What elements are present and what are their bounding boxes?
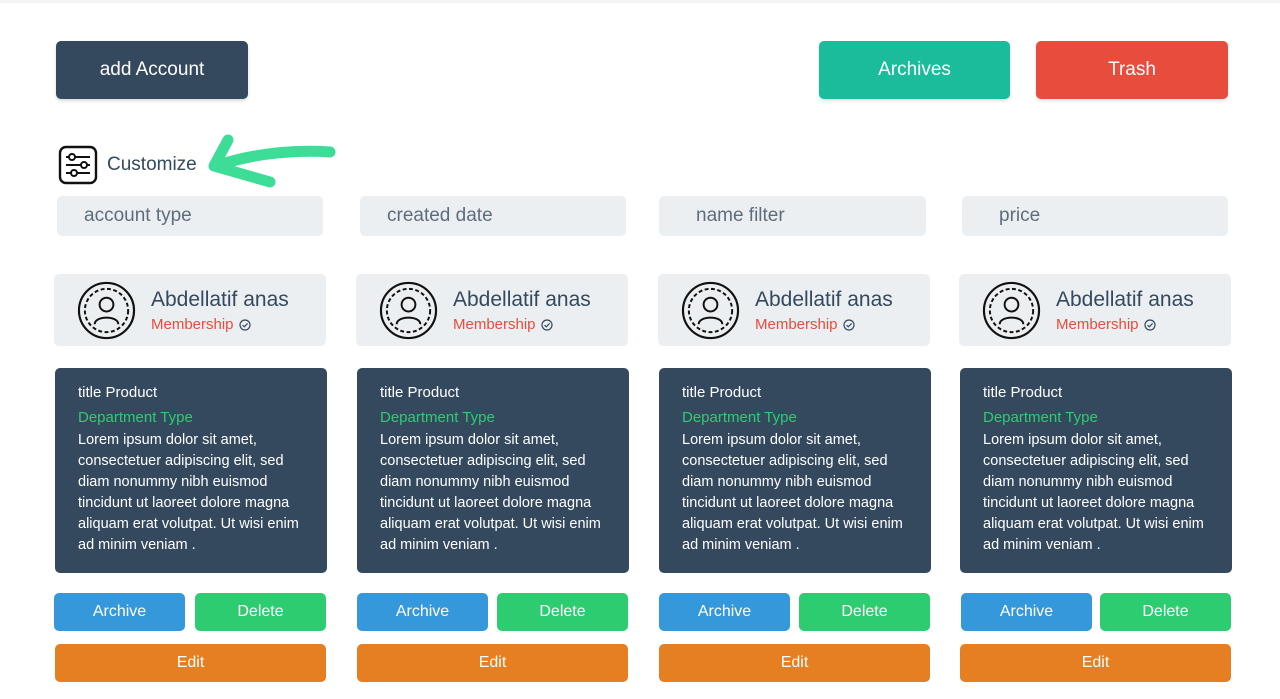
filter-price[interactable]: price [962,196,1228,236]
customize-toggle[interactable]: Customize [58,145,197,185]
department-type: Department Type [682,409,797,426]
top-divider [0,0,1280,3]
filter-label: price [999,205,1041,226]
user-avatar-icon [379,281,438,340]
check-circle-icon [842,318,855,331]
user-avatar-icon [982,281,1041,340]
product-title: title Product [983,384,1063,401]
archive-button[interactable]: Archive [659,593,790,631]
product-description: Lorem ipsum dolor sit amet, consectetuer… [983,432,1204,553]
filter-label: name filter [696,205,785,226]
membership-status: Membership [151,316,251,333]
product-description: Lorem ipsum dolor sit amet, consectetuer… [78,432,299,553]
annotation-arrow-icon [208,134,336,188]
check-circle-icon [238,318,251,331]
filter-label: account type [84,205,192,226]
archives-button[interactable]: Archives [819,41,1010,99]
product-title: title Product [78,384,158,401]
delete-button[interactable]: Delete [195,593,326,631]
filter-label: created date [387,205,493,226]
trash-button[interactable]: Trash [1036,41,1228,99]
edit-button[interactable]: Edit [960,644,1231,682]
delete-button[interactable]: Delete [799,593,930,631]
membership-label: Membership [755,316,838,333]
profile-header: Abdellatif anas Membership [356,274,628,346]
filter-name[interactable]: name filter [659,196,926,236]
check-circle-icon [540,318,553,331]
profile-header: Abdellatif anas Membership [658,274,930,346]
product-card: title Product Department Type Lorem ipsu… [357,368,629,573]
product-card: title Product Department Type Lorem ipsu… [960,368,1232,573]
account-name: Abdellatif anas [453,288,591,311]
account-name: Abdellatif anas [755,288,893,311]
profile-header: Abdellatif anas Membership [54,274,326,346]
archive-button[interactable]: Archive [54,593,185,631]
user-avatar-icon [681,281,740,340]
account-name: Abdellatif anas [1056,288,1194,311]
membership-label: Membership [1056,316,1139,333]
product-title: title Product [380,384,460,401]
product-card: title Product Department Type Lorem ipsu… [55,368,327,573]
department-type: Department Type [380,409,495,426]
membership-label: Membership [151,316,234,333]
add-account-button[interactable]: add Account [56,41,248,99]
account-name: Abdellatif anas [151,288,289,311]
filter-account-type[interactable]: account type [57,196,323,236]
department-type: Department Type [983,409,1098,426]
membership-status: Membership [453,316,553,333]
membership-status: Membership [1056,316,1156,333]
product-description: Lorem ipsum dolor sit amet, consectetuer… [682,432,903,553]
edit-button[interactable]: Edit [659,644,930,682]
edit-button[interactable]: Edit [357,644,628,682]
check-circle-icon [1143,318,1156,331]
membership-label: Membership [453,316,536,333]
user-avatar-icon [77,281,136,340]
edit-button[interactable]: Edit [55,644,326,682]
membership-status: Membership [755,316,855,333]
department-type: Department Type [78,409,193,426]
filter-created-date[interactable]: created date [360,196,626,236]
product-title: title Product [682,384,762,401]
profile-header: Abdellatif anas Membership [959,274,1231,346]
delete-button[interactable]: Delete [1100,593,1231,631]
customize-label: Customize [107,154,197,175]
archive-button[interactable]: Archive [357,593,488,631]
archive-button[interactable]: Archive [961,593,1092,631]
sliders-icon [58,145,98,185]
delete-button[interactable]: Delete [497,593,628,631]
product-description: Lorem ipsum dolor sit amet, consectetuer… [380,432,601,553]
product-card: title Product Department Type Lorem ipsu… [659,368,931,573]
